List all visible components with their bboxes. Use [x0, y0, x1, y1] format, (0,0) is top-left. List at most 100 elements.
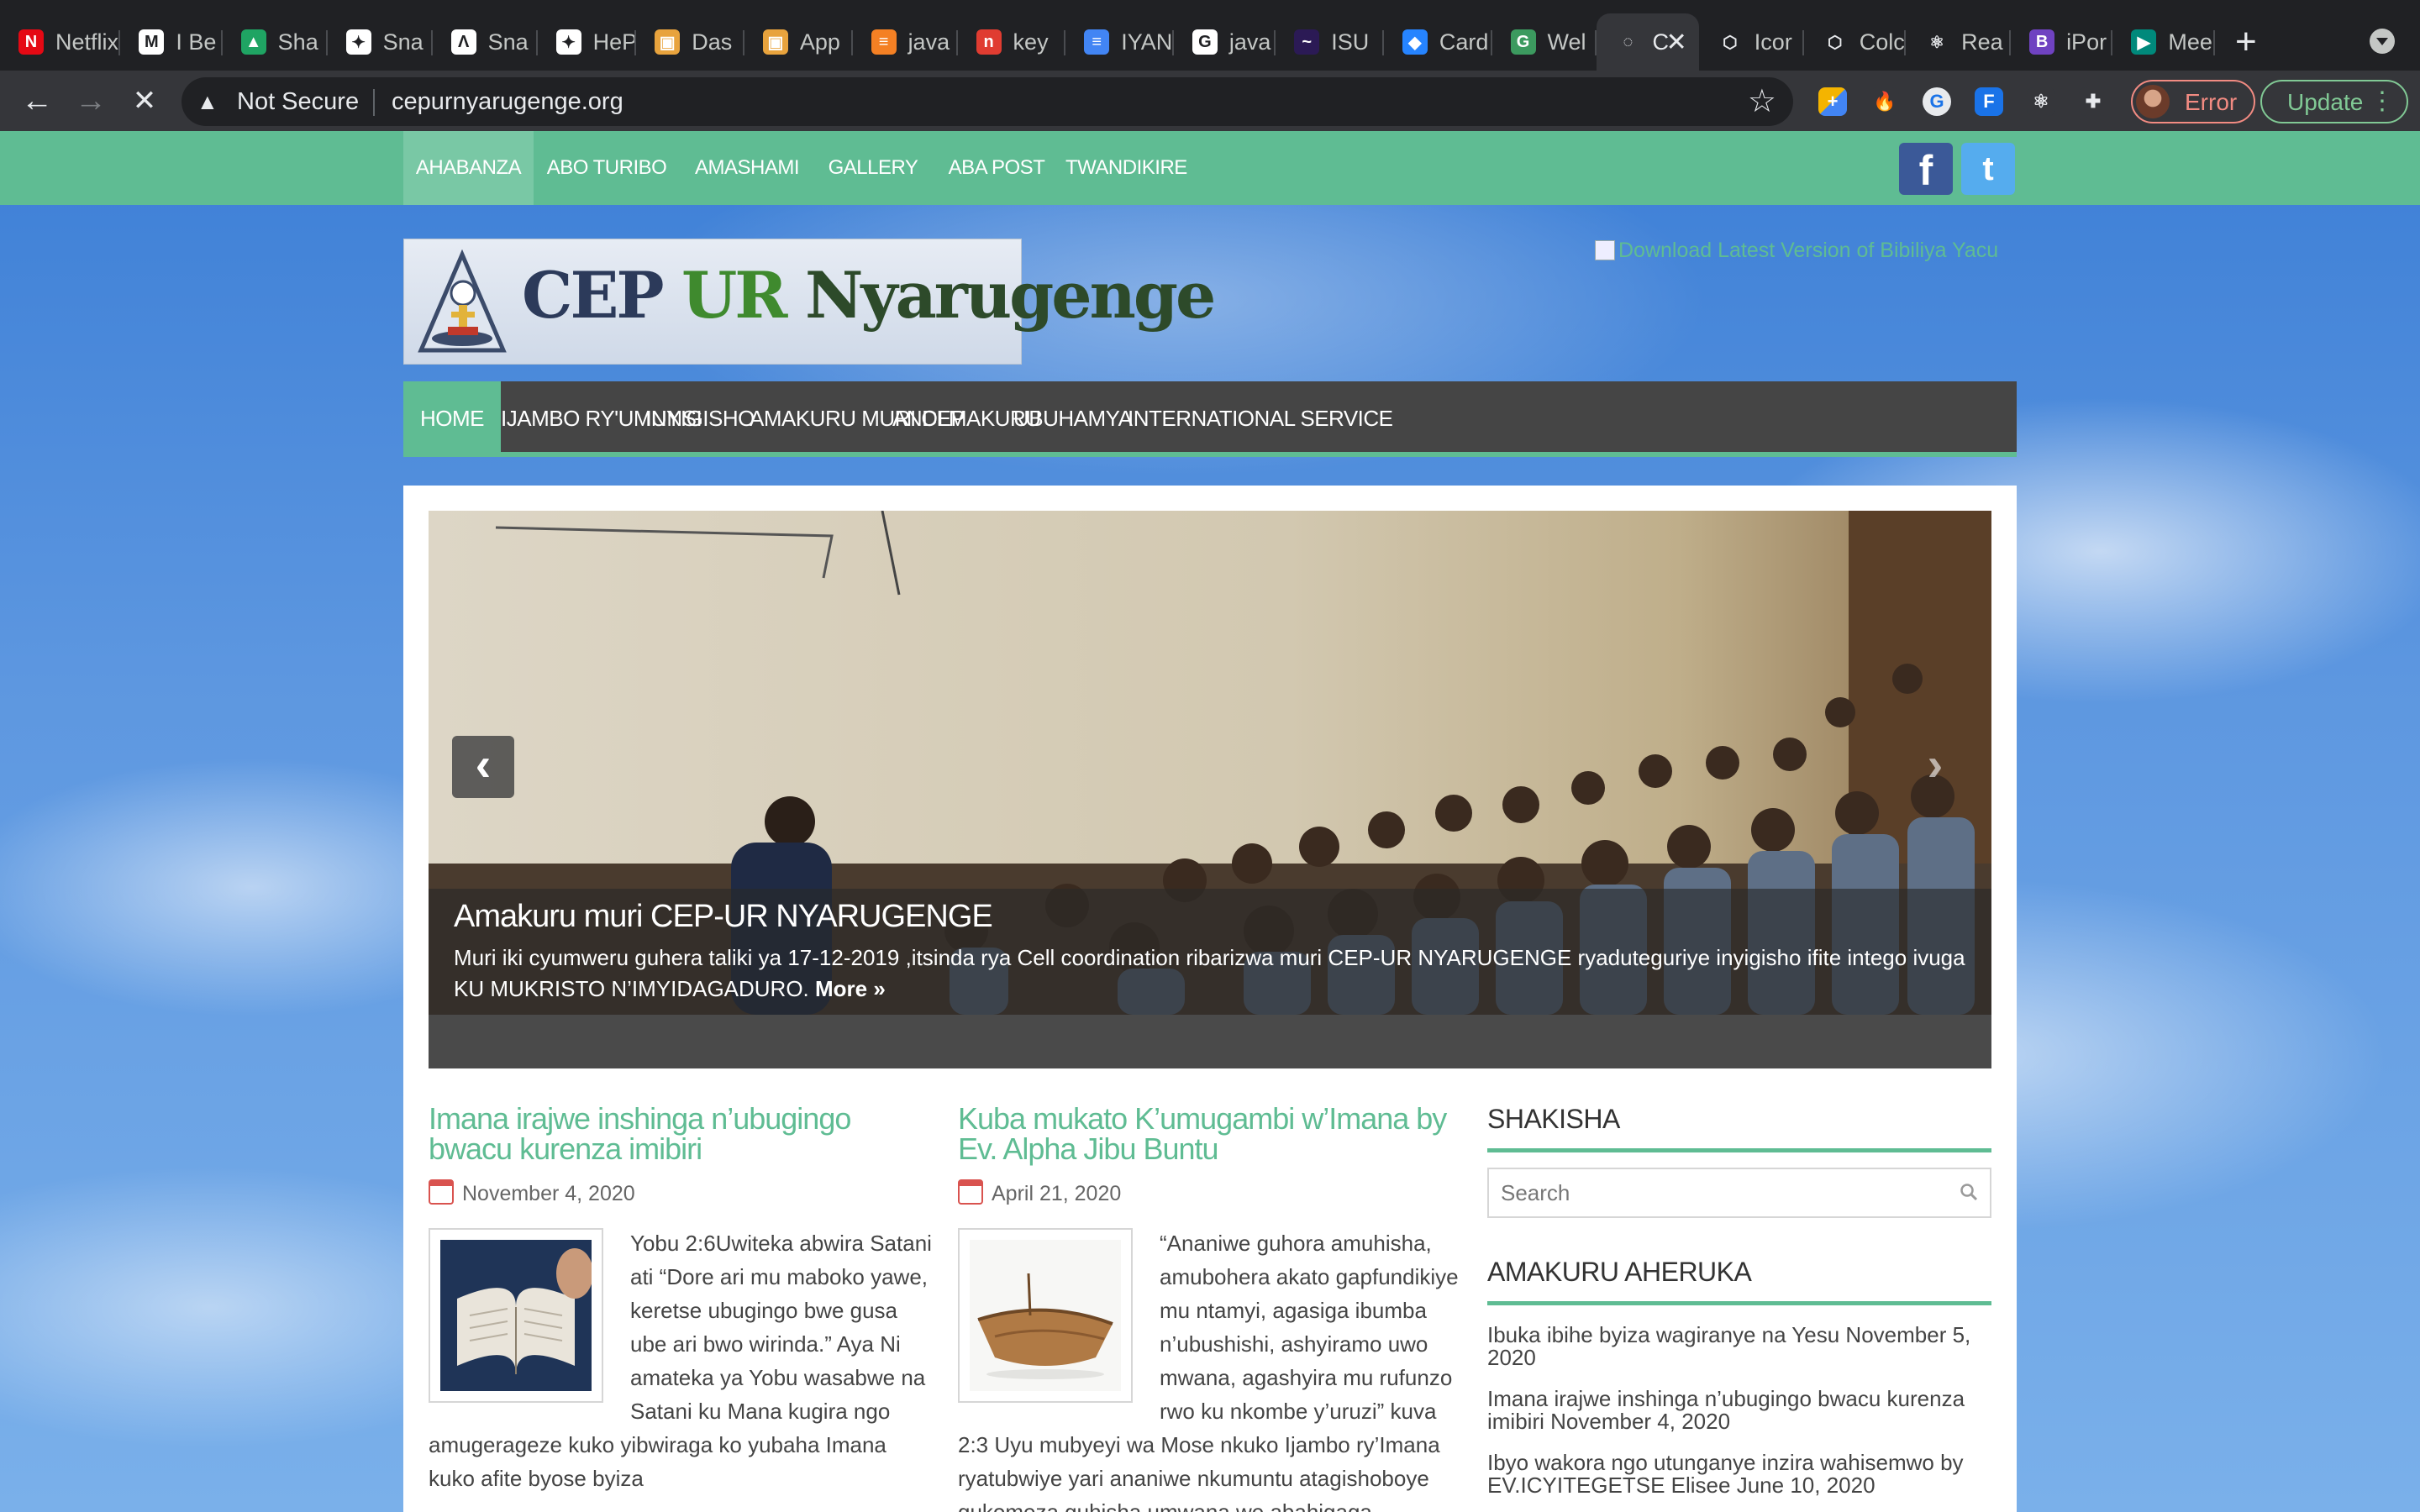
slide-title[interactable]: Amakuru muri CEP-UR NYARUGENGE [454, 899, 993, 935]
not-secure-label[interactable]: Not Secure [237, 88, 359, 116]
bible-image [440, 1240, 593, 1391]
browser-tab[interactable]: n key [958, 13, 1066, 71]
site-logo[interactable]: CEP UR Nyarugenge [403, 239, 1216, 365]
search-input[interactable] [1489, 1169, 1960, 1216]
back-icon[interactable]: ← [15, 79, 59, 123]
main-nav-item[interactable]: IJAMBO RY'UMUNSI [501, 381, 702, 452]
slider-next-button[interactable]: › [1904, 736, 1966, 798]
browser-tab[interactable]: ⬡ Icor [1699, 13, 1804, 71]
tab-title: Colc [1859, 29, 1905, 55]
tab-favicon-icon: Λ [450, 29, 476, 55]
download-bible-link[interactable]: Download Latest Version of Bibiliya Yacu [1595, 239, 1998, 263]
recent-posts-title: AMAKURU AHERUKA [1487, 1257, 1991, 1305]
post-thumbnail[interactable] [429, 1228, 603, 1403]
extension-fi-icon[interactable]: F [1975, 87, 2003, 116]
post-card: Imana irajwe inshinga n’ubugingo bwacu k… [429, 1104, 933, 1495]
browser-tab[interactable]: ✦ Sna [328, 13, 433, 71]
tab-favicon-icon: ▲ [240, 29, 266, 55]
browser-tab[interactable]: ≡ IYAN [1065, 13, 1174, 71]
browser-tab[interactable]: ◌ C ✕ [1597, 13, 1699, 71]
facebook-icon[interactable]: f [1899, 143, 1953, 195]
profile-button[interactable]: Error [2131, 80, 2255, 123]
browser-tab[interactable]: ▶ Mee [2112, 13, 2215, 71]
profile-status: Error [2185, 89, 2238, 115]
address-bar[interactable]: ▲ Not Secure cepurnyarugenge.org ☆ [182, 77, 1793, 126]
main-nav-item[interactable]: INTERNATIONAL SERVICE [1128, 381, 1393, 452]
tab-strip: N Netflix M I Be ▲ Sha ✦ Sna Λ Sna ✦ HeP ▣ Das ▣ App ≡ ja… [0, 0, 2420, 71]
tab-search-icon[interactable] [2370, 29, 2395, 54]
recent-post-date: November 4, 2020 [1550, 1409, 1731, 1434]
extension-grammar-icon[interactable]: G [1923, 87, 1951, 116]
top-nav-item[interactable]: AHABANZA [403, 131, 534, 205]
browser-tab[interactable]: ~ ISU [1276, 13, 1384, 71]
boat-image [970, 1240, 1121, 1391]
tab-favicon-icon: ▣ [762, 29, 788, 55]
tab-favicon-icon: ⚛ [1929, 33, 1945, 52]
bookmark-star-icon[interactable]: ☆ [1748, 82, 1776, 120]
tab-favicon-icon: ◌ [1623, 32, 1634, 51]
more-menu-icon[interactable]: ⋮ [2370, 87, 2395, 116]
tab-title: key [1013, 29, 1049, 55]
browser-tab[interactable]: ✦ HeP [538, 13, 637, 71]
post-title[interactable]: Imana irajwe inshinga n’ubugingo bwacu k… [429, 1104, 933, 1164]
browser-tab[interactable]: ≡ java [853, 13, 958, 71]
new-tab-button[interactable]: + [2235, 18, 2257, 66]
extension-plus-icon[interactable]: + [1818, 87, 1847, 116]
browser-tab[interactable]: ◆ Card [1384, 13, 1492, 71]
browser-tab[interactable]: Gjava [1174, 13, 1276, 71]
main-nav-item[interactable]: UBUHAMYA [1013, 381, 1133, 452]
slide-more-link[interactable]: More » [815, 976, 886, 1001]
url-text[interactable]: cepurnyarugenge.org [392, 88, 623, 116]
main-nav-item[interactable]: HOME [403, 381, 501, 452]
update-button[interactable]: Update ⋮ [2260, 80, 2408, 123]
browser-tab[interactable]: M I Be [120, 13, 223, 71]
extensions-puzzle-icon[interactable]: ✚ [2079, 87, 2107, 116]
browser-tab[interactable]: ⚛ Rea [1906, 13, 2012, 71]
browser-tab[interactable]: ▣ App [744, 13, 853, 71]
main-navigation: HOME IJAMBO RY'UMUNSI INYIGISHO AMAKURU MUR… [403, 381, 2017, 457]
recent-post-link[interactable]: Ibyo wakora ngo utunganye inzira wahisem… [1487, 1450, 1964, 1498]
main-nav-item[interactable]: ANDI MAKURU [892, 381, 1041, 452]
browser-tab[interactable]: ▣ Das [636, 13, 744, 71]
tab-title: java [908, 29, 950, 55]
top-navigation: AHABANZA ABO TURIBO AMASHAMI GALLERY ABA POS… [0, 131, 2420, 205]
top-nav-item[interactable]: ABO TURIBO [538, 131, 676, 205]
close-tab-icon[interactable]: ✕ [1666, 28, 1687, 57]
recent-post-link[interactable]: Ibuka ibihe byiza wagiranye na Yesu [1487, 1322, 1839, 1347]
forward-icon[interactable]: → [69, 79, 113, 123]
top-nav-item[interactable]: AMASHAMI [684, 131, 810, 205]
main-nav-item[interactable]: INYIGISHO [645, 381, 755, 452]
top-nav-item[interactable]: ABA POST [938, 131, 1055, 205]
browser-tab[interactable]: ▲ Sha [223, 13, 328, 71]
update-label: Update [2287, 89, 2364, 115]
calendar-icon [429, 1179, 454, 1205]
top-nav-item[interactable]: TWANDIKIRE [1065, 131, 1187, 205]
browser-tab[interactable]: Λ Sna [433, 13, 538, 71]
search-icon[interactable] [1960, 1183, 1978, 1201]
tab-favicon-icon: ✦ [345, 29, 371, 55]
tab-title: Rea [1961, 29, 2003, 55]
warning-icon[interactable]: ▲ [197, 89, 224, 114]
post-title[interactable]: Kuba mukato K’umugambi w’Imana by Ev. Al… [958, 1104, 1462, 1164]
tab-title: Card [1439, 29, 1489, 55]
twitter-icon[interactable]: t [1961, 143, 2015, 195]
main-nav-item[interactable]: AMAKURU MURI CEP [750, 381, 965, 452]
browser-tab[interactable]: G Wel [1492, 13, 1597, 71]
slider-prev-button[interactable]: ‹ [452, 736, 514, 798]
browser-tab[interactable]: ⬡ Colc [1804, 13, 1907, 71]
calendar-icon [958, 1179, 983, 1205]
extension-react-icon[interactable]: ⚛ [2027, 87, 2055, 116]
search-widget-title: SHAKISHA [1487, 1104, 1991, 1152]
extension-fire-icon[interactable]: 🔥 [1870, 87, 1899, 116]
tab-favicon-icon: ◆ [1402, 29, 1428, 55]
browser-tab[interactable]: BiPor [2011, 13, 2113, 71]
stop-loading-icon[interactable]: ✕ [123, 79, 166, 123]
post-date: November 4, 2020 [429, 1179, 933, 1206]
tab-title: I Be [176, 29, 217, 55]
tab-favicon-icon: ⬡ [1828, 33, 1843, 52]
tab-favicon-icon: G [1510, 29, 1536, 55]
browser-tab[interactable]: N Netflix [0, 13, 121, 71]
top-nav-item[interactable]: GALLERY [819, 131, 927, 205]
post-excerpt: “Ananiwe guhora amuhisha, amubohera akat… [958, 1226, 1462, 1512]
post-thumbnail[interactable] [958, 1228, 1133, 1403]
